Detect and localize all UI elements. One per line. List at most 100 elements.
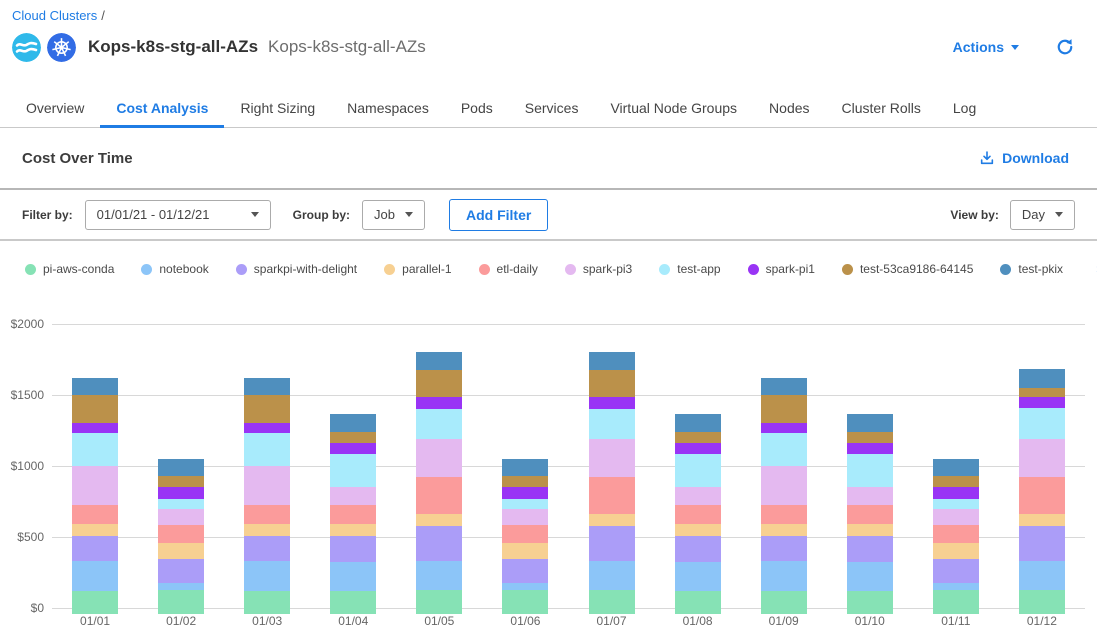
breadcrumb-separator: / [101,8,105,23]
bar-01-12[interactable] [1019,369,1065,614]
bar-segment-spark-pi3 [502,509,548,525]
legend-item-pi-aws-conda[interactable]: pi-aws-conda [25,262,114,276]
tab-overview[interactable]: Overview [10,90,100,128]
bar-segment-pi-aws-conda [589,590,635,614]
bar-segment-notebook [72,561,118,591]
y-axis-tick-label: $500 [0,530,44,544]
bar-01-06[interactable] [502,459,548,614]
bar-01-08[interactable] [675,414,721,614]
date-range-select[interactable]: 01/01/21 - 01/12/21 [85,200,271,230]
bar-segment-etl-daily [589,477,635,514]
legend-swatch-icon [25,264,36,275]
tab-cost-analysis[interactable]: Cost Analysis [100,90,224,128]
tab-log[interactable]: Log [937,90,992,128]
chevron-down-icon [405,212,413,217]
bar-segment-etl-daily [330,505,376,523]
tab-pods[interactable]: Pods [445,90,509,128]
bar-segment-pi-aws-conda [158,590,204,614]
page-title: Kops-k8s-stg-all-AZs [88,37,258,57]
bar-01-04[interactable] [330,414,376,614]
breadcrumb-link-cloud-clusters[interactable]: Cloud Clusters [12,8,97,23]
bar-segment-test-app [502,499,548,509]
legend-item-sparkpi-with-delight[interactable]: sparkpi-with-delight [236,262,357,276]
add-filter-button[interactable]: Add Filter [449,199,548,231]
ocean-logo-icon [12,33,41,62]
legend-label: notebook [159,262,208,276]
bar-segment-etl-daily [244,505,290,524]
legend-item-spark-pi3[interactable]: spark-pi3 [565,262,632,276]
bar-segment-parallel-1 [1019,514,1065,526]
bar-segment-spark-pi3 [416,439,462,477]
bar-segment-spark-pi1 [158,487,204,499]
bar-01-11[interactable] [933,459,979,614]
actions-button[interactable]: Actions [947,35,1025,59]
group-by-label: Group by: [293,208,350,222]
legend-label: sparkpi-with-delight [254,262,357,276]
bar-segment-etl-daily [1019,477,1065,514]
bar-segment-test-pkix [502,459,548,476]
x-axis-tick-label: 01/03 [237,614,297,628]
bar-01-05[interactable] [416,352,462,614]
bar-segment-notebook [589,561,635,590]
bar-segment-parallel-1 [72,524,118,536]
legend-item-notebook[interactable]: notebook [141,262,208,276]
bar-segment-spark-pi3 [589,439,635,477]
tab-nodes[interactable]: Nodes [753,90,825,128]
view-by-select[interactable]: Day [1010,200,1075,230]
bar-segment-sparkpi-with-delight [416,526,462,561]
x-axis-tick-label: 01/12 [1012,614,1072,628]
bar-segment-spark-pi3 [675,487,721,505]
tab-cluster-rolls[interactable]: Cluster Rolls [826,90,937,128]
bar-01-07[interactable] [589,352,635,614]
bar-segment-pi-aws-conda [502,590,548,614]
tab-services[interactable]: Services [509,90,595,128]
legend-swatch-icon [236,264,247,275]
legend-item-etl-daily[interactable]: etl-daily [479,262,538,276]
bar-segment-etl-daily [675,505,721,523]
bar-segment-etl-daily [933,525,979,543]
tab-namespaces[interactable]: Namespaces [331,90,445,128]
cost-over-time-chart: $0$500$1000$1500$200001/0101/0201/0301/0… [0,293,1097,639]
tab-virtual-node-groups[interactable]: Virtual Node Groups [594,90,753,128]
bar-segment-test-app [158,499,204,509]
bar-01-01[interactable] [72,378,118,614]
group-by-value: Job [374,207,395,222]
bar-01-09[interactable] [761,378,807,614]
bar-segment-parallel-1 [502,543,548,559]
tab-bar: OverviewCost AnalysisRight SizingNamespa… [0,65,1097,128]
bar-segment-test-pkix [158,459,204,476]
bar-segment-parallel-1 [761,524,807,536]
bar-01-10[interactable] [847,414,893,614]
bar-segment-test-app [416,409,462,440]
refresh-button[interactable] [1053,35,1077,59]
x-axis-tick-label: 01/05 [409,614,469,628]
page-header: Kops-k8s-stg-all-AZs Kops-k8s-stg-all-AZ… [0,23,1097,65]
legend-item-test-app[interactable]: test-app [659,262,720,276]
deselect-all-button[interactable]: ×Deselect All [1090,253,1097,285]
bar-segment-spark-pi3 [72,466,118,505]
bar-segment-test-app [675,454,721,487]
bar-01-02[interactable] [158,459,204,614]
bar-segment-notebook [761,561,807,591]
bar-segment-sparkpi-with-delight [502,559,548,583]
download-button[interactable]: Download [973,149,1075,167]
legend-label: pi-aws-conda [43,262,114,276]
legend-item-test-pkix[interactable]: test-pkix [1000,262,1063,276]
legend-item-test-53ca9186-64145[interactable]: test-53ca9186-64145 [842,262,973,276]
bar-segment-test-pkix [847,414,893,432]
bar-01-03[interactable] [244,378,290,614]
bar-segment-spark-pi1 [416,397,462,408]
bar-segment-test-pkix [72,378,118,395]
bar-segment-spark-pi1 [330,443,376,454]
group-by-select[interactable]: Job [362,200,425,230]
bar-segment-test-pkix [1019,369,1065,387]
bar-segment-pi-aws-conda [761,591,807,614]
page-subtitle: Kops-k8s-stg-all-AZs [268,37,426,57]
chart-legend: pi-aws-conda notebook sparkpi-with-delight… [0,241,1097,293]
legend-item-spark-pi1[interactable]: spark-pi1 [748,262,815,276]
download-icon [979,150,995,166]
legend-item-parallel-1[interactable]: parallel-1 [384,262,451,276]
bar-segment-parallel-1 [933,543,979,559]
tab-right-sizing[interactable]: Right Sizing [224,90,331,128]
bar-segment-test-53ca9186-64145 [761,395,807,423]
